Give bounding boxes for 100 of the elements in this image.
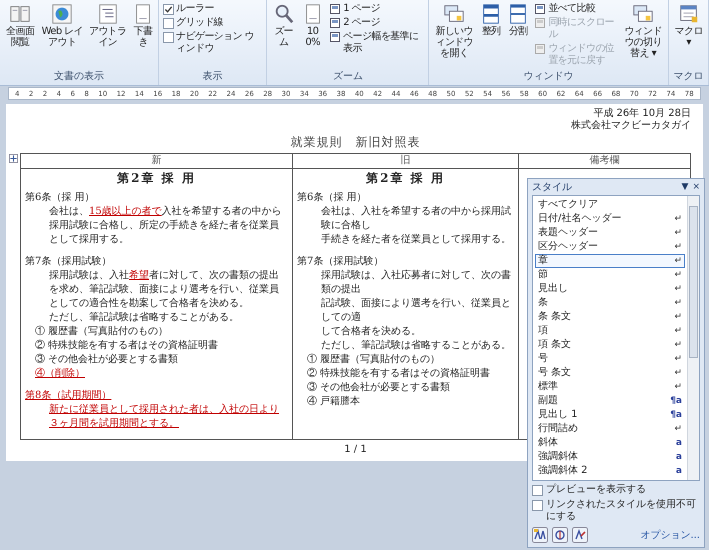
ribbon-button[interactable]: 整列 <box>478 2 504 38</box>
style-name: 章 <box>538 255 548 267</box>
ribbon-button[interactable]: 全画面閲覧 <box>2 2 38 49</box>
ribbon-button[interactable]: マクロ ▾ <box>671 2 706 49</box>
table-move-handle-icon[interactable] <box>9 154 18 163</box>
ribbon-button[interactable]: ズーム <box>269 2 298 49</box>
style-item[interactable]: 見出し 1 ¶a <box>535 408 685 422</box>
style-item[interactable]: 見出し ↵ <box>535 282 685 296</box>
document-line: 採用試験は、入社希望者に対して、次の書類の提出を求め、筆記試験、面接により選考を行い、従業員としての適合性を勘案して合格者を決める。 <box>49 269 280 311</box>
style-name: 号 <box>538 353 548 365</box>
book-icon <box>9 3 32 25</box>
style-type-mark: ↵ <box>674 213 682 225</box>
scrollbar[interactable] <box>687 196 699 480</box>
style-type-mark: ¶a <box>670 409 682 421</box>
style-type-mark: ↵ <box>674 423 682 435</box>
style-name: 表題ヘッダー <box>538 227 598 239</box>
style-name: 条 条文 <box>538 311 572 323</box>
style-item[interactable]: 強調斜体 a <box>535 450 685 464</box>
style-type-mark: ¶a <box>670 395 682 407</box>
style-type-mark: ↵ <box>674 339 682 351</box>
style-item[interactable]: すべてクリア <box>535 198 685 212</box>
ribbon-button[interactable]: ページ幅を基準に表示 <box>329 31 424 55</box>
style-name: 号 条文 <box>538 367 572 379</box>
document-line: 手続きを経た者を従業員として採用する。 <box>321 233 511 247</box>
ribbon-button[interactable]: ウィンドウの切り替え ▾ <box>620 2 666 60</box>
style-type-mark: ↵ <box>674 381 682 393</box>
style-name: 見出し <box>538 283 568 295</box>
style-item[interactable]: 条 ↵ <box>535 296 685 310</box>
column-header: 新 <box>21 154 293 169</box>
document-line: ③ その他会社が必要とする書類 <box>35 353 178 367</box>
style-item[interactable]: 行間詰め ↵ <box>535 422 685 436</box>
pane-checkbox[interactable]: プレビューを表示する <box>532 484 700 496</box>
company-name: 株式会社マクビーカタガイ <box>570 120 691 132</box>
pane-checkbox[interactable]: リンクされたスタイルを使用不可にする <box>532 499 700 523</box>
document-line: 採用試験は、入社応募者に対して、次の書類の提出 <box>321 269 512 297</box>
style-name: 節 <box>538 269 548 281</box>
page-icon <box>329 31 342 43</box>
ribbon-button[interactable]: 下書き <box>130 2 156 49</box>
close-button[interactable]: × <box>692 182 700 192</box>
ribbon-button[interactable]: 並べて比較 <box>534 3 618 15</box>
document-line: 記試験、面接により選考を行い、従業員としての適 <box>321 297 512 325</box>
style-item[interactable]: 号 ↵ <box>535 352 685 366</box>
column-header: 備考欄 <box>519 154 691 169</box>
document-line: ① 履歴書（写真貼付のもの） <box>307 353 440 367</box>
style-item[interactable]: 条 条文 ↵ <box>535 310 685 324</box>
style-item[interactable]: 強調斜体 2 a <box>535 464 685 478</box>
document-line: 第7条（採用試験） <box>25 255 112 269</box>
style-name: すべてクリア <box>538 199 598 211</box>
document-line: 会社は、入社を希望する者の中から採用試験に合格し <box>321 205 512 233</box>
style-name: 項 条文 <box>538 339 572 351</box>
ribbon-button[interactable]: アウトライン <box>86 2 130 49</box>
pane-menu-button[interactable]: ▼ <box>682 182 688 192</box>
ribbon-button[interactable]: Web レイアウト <box>39 2 86 49</box>
windows-icon <box>632 3 654 25</box>
document-line: ① 履歴書（写真貼付のもの） <box>35 325 168 339</box>
style-item[interactable]: 章 ↵ <box>535 254 685 268</box>
style-name: 見出し 1 <box>538 409 578 421</box>
style-item[interactable]: 日付/社名ヘッダー ↵ <box>535 212 685 226</box>
style-item[interactable]: 副題 ¶a <box>535 394 685 408</box>
page-number: 1 / 1 <box>343 444 368 455</box>
style-name: 副題 <box>538 395 558 407</box>
document-line: 第2章 採 用 <box>366 171 445 185</box>
ribbon-button[interactable]: 2 ページ <box>329 17 424 29</box>
style-name: 区分ヘッダー <box>538 241 598 253</box>
ribbon-button[interactable]: 新しいウィンドウを開く <box>431 2 478 60</box>
style-inspector-icon[interactable] <box>552 527 568 543</box>
style-item[interactable]: 斜体 a <box>535 436 685 450</box>
document-line: 第8条（試用期間） <box>25 389 112 403</box>
ribbon-checkbox[interactable]: グリッド線 <box>163 17 262 29</box>
document-line: 第6条（採 用） <box>25 191 95 205</box>
style-item[interactable]: 表題ヘッダー ↵ <box>535 226 685 240</box>
style-type-mark: ↵ <box>674 241 682 253</box>
document-title: 就業規則 新旧対照表 <box>290 134 422 151</box>
style-item[interactable]: 区分ヘッダー ↵ <box>535 240 685 254</box>
ribbon-button[interactable]: 分割 <box>505 2 532 38</box>
document-line: 第7条（採用試験） <box>297 255 384 269</box>
style-name: 条 <box>538 297 548 309</box>
group-label: ウィンドウ <box>522 70 575 84</box>
outline-icon <box>96 3 119 25</box>
ribbon-checkbox[interactable]: ルーラー <box>163 3 262 15</box>
globe-icon <box>51 3 74 25</box>
new-style-icon[interactable] <box>532 527 548 543</box>
macro-icon <box>678 3 700 25</box>
document-line: ④（削除） <box>35 367 85 381</box>
document-line: 会社は、15歳以上の者で入社を希望する者の中から採用試験に合格し、所定の手続きを経た者を従業員として採用する。 <box>49 205 283 247</box>
ribbon-checkbox[interactable]: ナビゲーション ウィンドウ <box>163 31 262 55</box>
manage-styles-icon[interactable] <box>572 527 588 543</box>
style-type-mark: ↵ <box>674 255 682 267</box>
style-item[interactable]: 号 条文 ↵ <box>535 366 685 380</box>
ribbon-button[interactable]: 1 ページ <box>329 3 424 15</box>
page-icon <box>534 17 546 29</box>
style-item[interactable]: 標準 ↵ <box>535 380 685 394</box>
group-label: ズーム <box>332 70 364 84</box>
style-item[interactable]: 項 ↵ <box>535 324 685 338</box>
style-item[interactable]: 項 条文 ↵ <box>535 338 685 352</box>
options-link[interactable]: オプション... <box>640 528 700 542</box>
group-label: 文書の表示 <box>53 70 106 84</box>
ribbon-button[interactable]: 100% <box>299 2 326 49</box>
document-line: 第6条（採 用） <box>297 191 367 205</box>
style-item[interactable]: 節 ↵ <box>535 268 685 282</box>
